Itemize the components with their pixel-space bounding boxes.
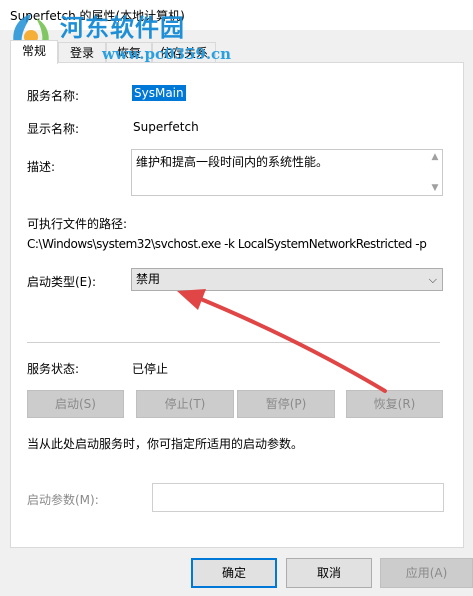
description-label: 描述: [27,160,56,174]
startup-type-value: 禁用 [136,272,161,286]
description-scrollbar[interactable]: ▲ ▼ [428,150,442,195]
service-name-label: 服务名称: [27,89,80,103]
apply-button[interactable]: 应用(A) [380,558,473,588]
chevron-down-icon: ⌵ [428,273,437,286]
display-name-label: 显示名称: [27,122,80,136]
cancel-button[interactable]: 取消 [286,558,372,588]
startup-type-label: 启动类型(E): [27,275,96,289]
resume-button[interactable]: 恢复(R) [346,390,443,418]
display-name-value[interactable]: Superfetch [133,120,199,134]
start-button[interactable]: 启动(S) [27,390,124,418]
watermark-url: www.pc0359.cn [102,45,232,63]
exe-path-value[interactable]: C:\Windows\system32\svchost.exe -k Local… [27,237,427,251]
general-tab-panel: 服务名称: SysMain 显示名称: Superfetch 描述: 维护和提高… [10,62,464,548]
startup-type-dropdown[interactable]: 禁用 ⌵ [131,268,443,291]
scroll-up-icon[interactable]: ▲ [428,150,442,164]
service-name-value[interactable]: SysMain [132,85,186,101]
start-params-hint: 当从此处启动服务时，你可指定所适用的启动参数。 [27,437,304,451]
description-textbox[interactable]: 维护和提高一段时间内的系统性能。 ▲ ▼ [131,149,443,196]
description-text: 维护和提高一段时间内的系统性能。 [136,155,329,169]
start-params-label: 启动参数(M): [27,493,99,507]
start-params-input[interactable] [152,483,444,512]
watermark-name: 河东软件园 [60,14,185,42]
service-status-value: 已停止 [132,362,169,376]
scroll-down-icon[interactable]: ▼ [428,181,442,195]
tab-general[interactable]: 常规 [10,40,58,64]
ok-button[interactable]: 确定 [191,558,277,588]
dialog-footer: 确定 取消 应用(A) [0,548,473,596]
exe-path-label: 可执行文件的路径: [27,217,128,231]
section-divider [27,342,440,343]
service-status-label: 服务状态: [27,362,80,376]
pause-button[interactable]: 暂停(P) [237,390,335,418]
stop-button[interactable]: 停止(T) [136,390,234,418]
